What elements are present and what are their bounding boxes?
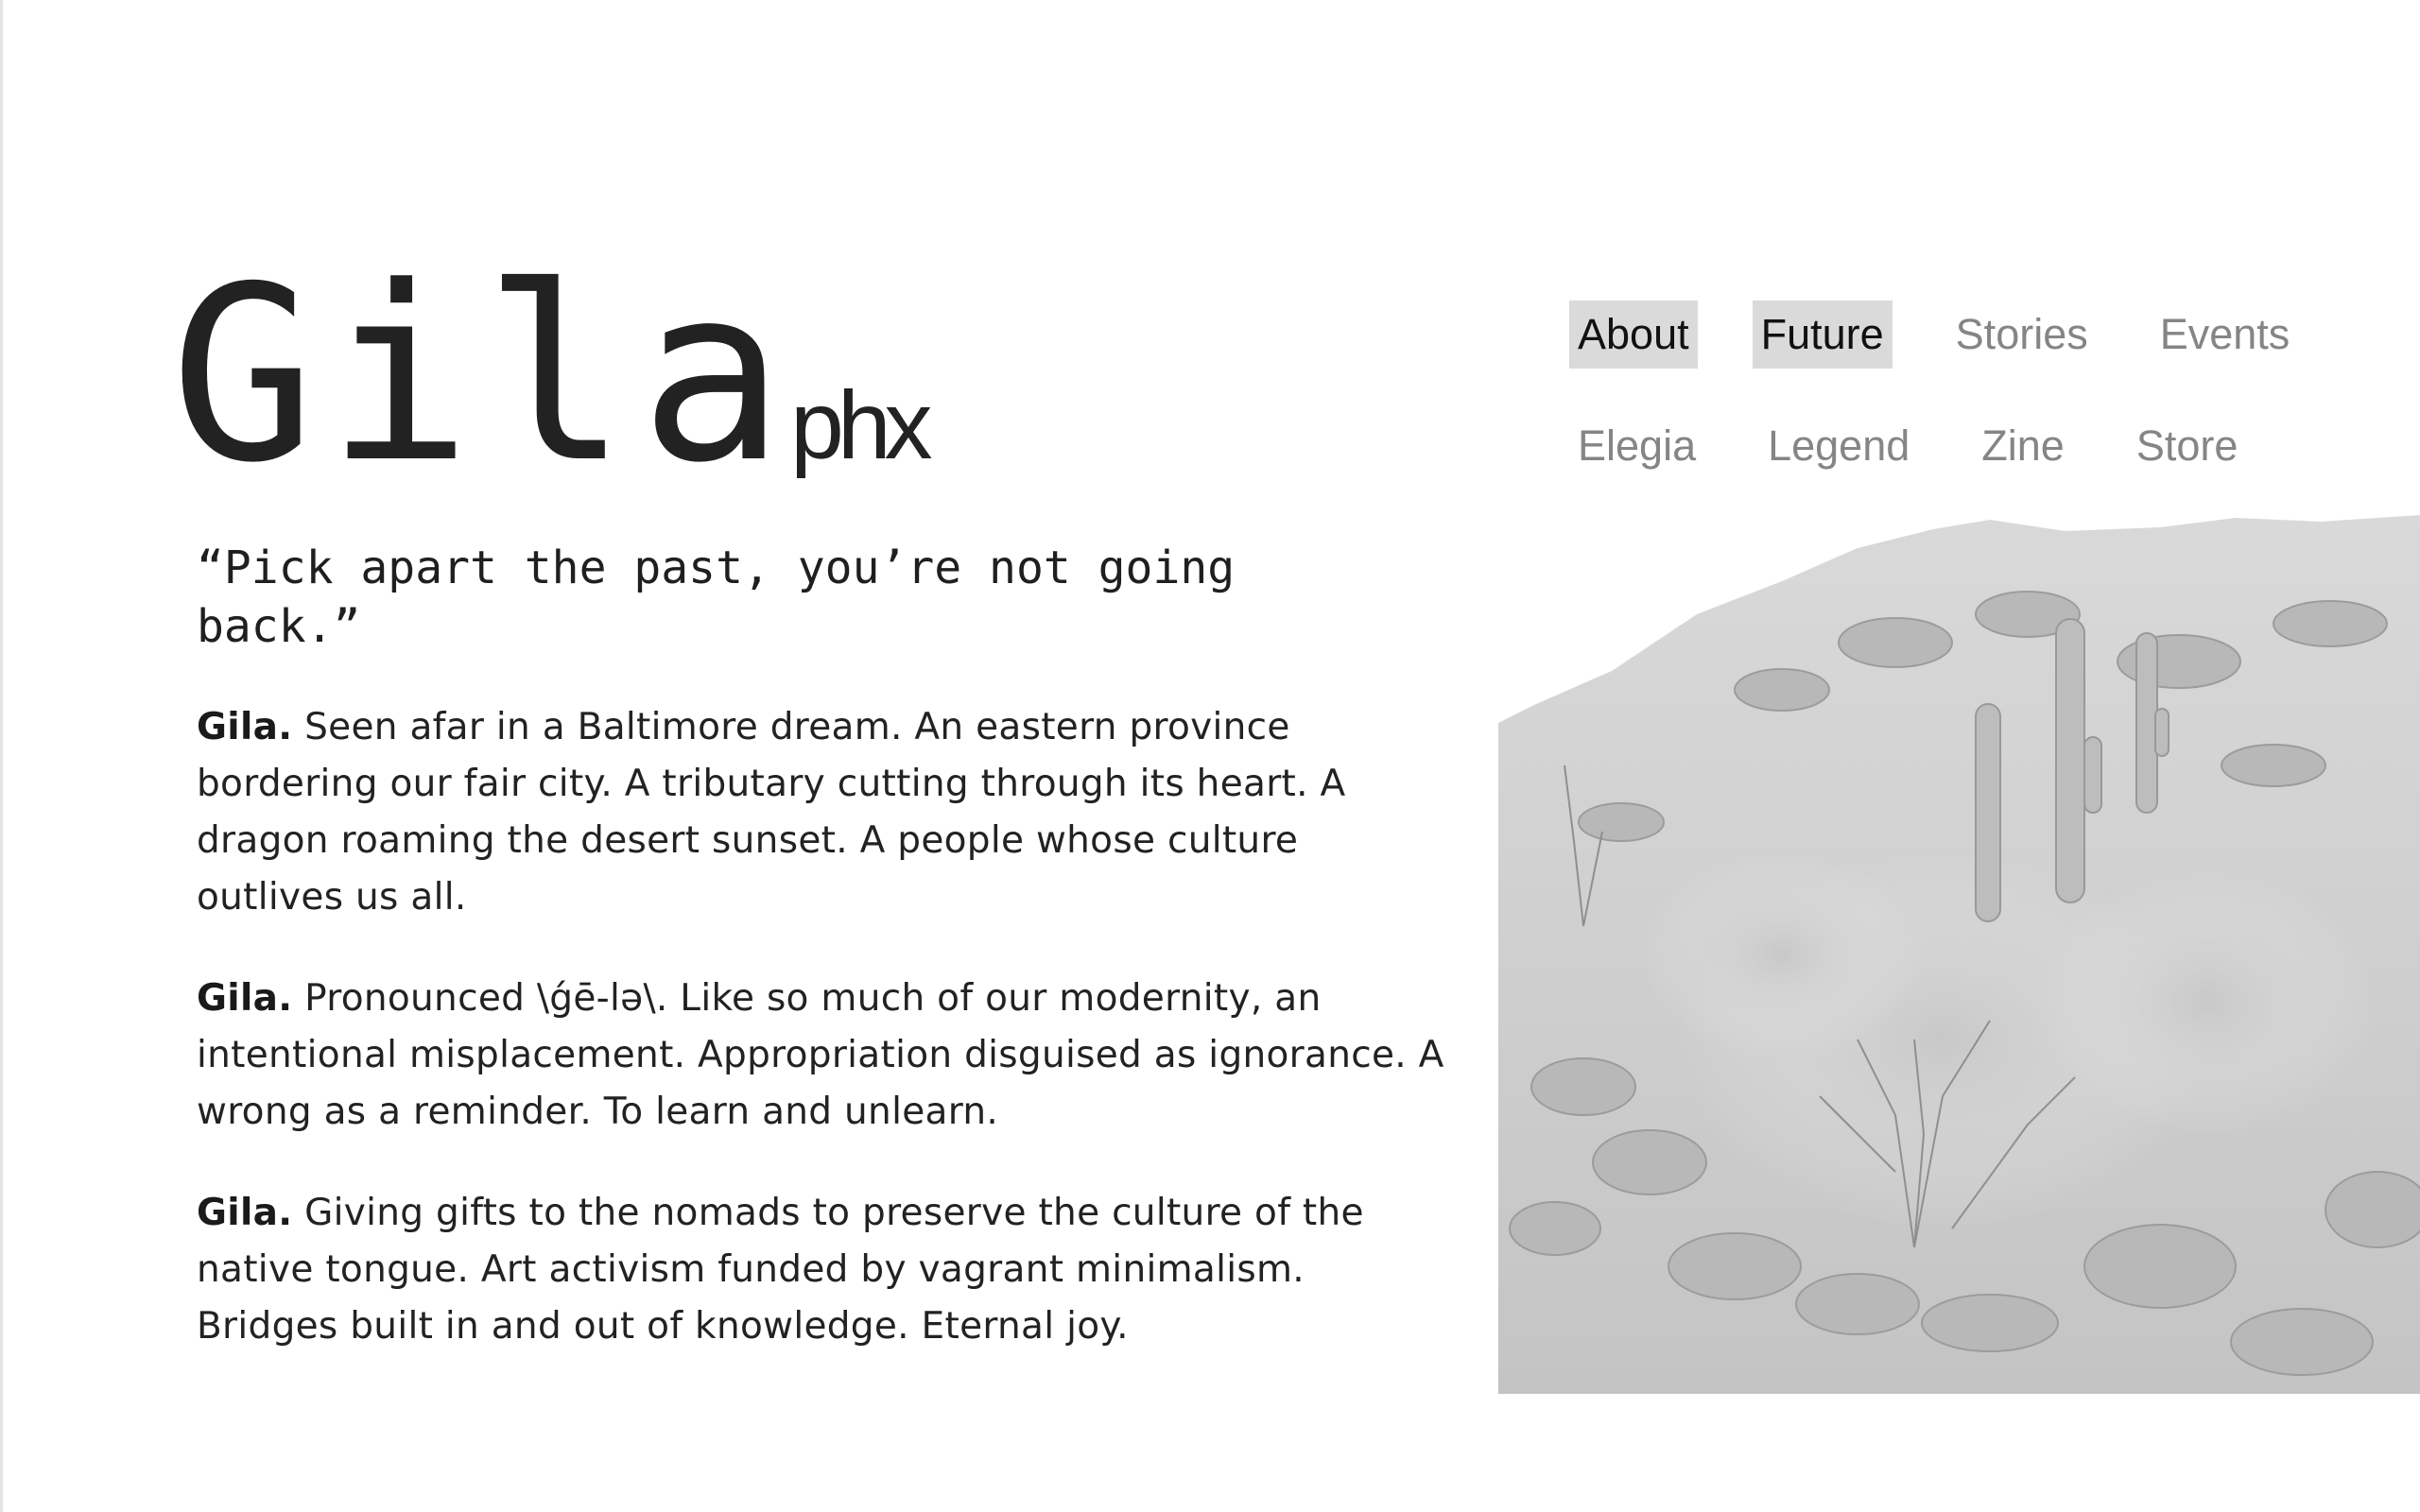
nav-item-legend[interactable]: Legend bbox=[1759, 412, 1918, 480]
nav-item-future[interactable]: Future bbox=[1752, 301, 1893, 369]
nav-item-zine[interactable]: Zine bbox=[1973, 412, 2073, 480]
page-left-edge bbox=[0, 0, 3, 1512]
paragraph-lead: Gila. bbox=[197, 977, 293, 1020]
logo-wordmark: Gila bbox=[170, 235, 797, 516]
paragraph-body: Giving gifts to the nomads to preserve t… bbox=[197, 1192, 1364, 1348]
desert-hillside-photo bbox=[1498, 510, 2420, 1394]
nav-item-elegia[interactable]: Elegia bbox=[1569, 412, 1704, 480]
paragraph-lead: Gila. bbox=[197, 706, 293, 748]
intro-paragraph: Gila. Giving gifts to the nomads to pres… bbox=[197, 1185, 1444, 1355]
main-nav: About Future Stories Events Elegia Legen… bbox=[1569, 301, 2325, 524]
site-logo[interactable]: Gilaphx bbox=[170, 255, 933, 496]
nav-row-primary: About Future Stories Events bbox=[1569, 301, 2325, 369]
intro-text: Gila. Seen afar in a Baltimore dream. An… bbox=[197, 699, 1444, 1400]
intro-paragraph: Gila. Pronounced \ǵē-lə\. Like so much o… bbox=[197, 971, 1444, 1141]
paragraph-body: Seen afar in a Baltimore dream. An easte… bbox=[197, 706, 1346, 919]
intro-paragraph: Gila. Seen afar in a Baltimore dream. An… bbox=[197, 699, 1444, 926]
paragraph-body: Pronounced \ǵē-lə\. Like so much of our … bbox=[197, 977, 1444, 1133]
nav-row-secondary: Elegia Legend Zine Store bbox=[1569, 412, 2325, 480]
nav-item-stories[interactable]: Stories bbox=[1947, 301, 2097, 369]
nav-item-store[interactable]: Store bbox=[2128, 412, 2247, 480]
paragraph-lead: Gila. bbox=[197, 1192, 293, 1234]
tagline-quote: “Pick apart the past, you’re not going b… bbox=[197, 541, 1236, 653]
logo-suffix: phx bbox=[790, 371, 932, 479]
nav-item-about[interactable]: About bbox=[1569, 301, 1698, 369]
nav-item-events[interactable]: Events bbox=[2152, 301, 2299, 369]
